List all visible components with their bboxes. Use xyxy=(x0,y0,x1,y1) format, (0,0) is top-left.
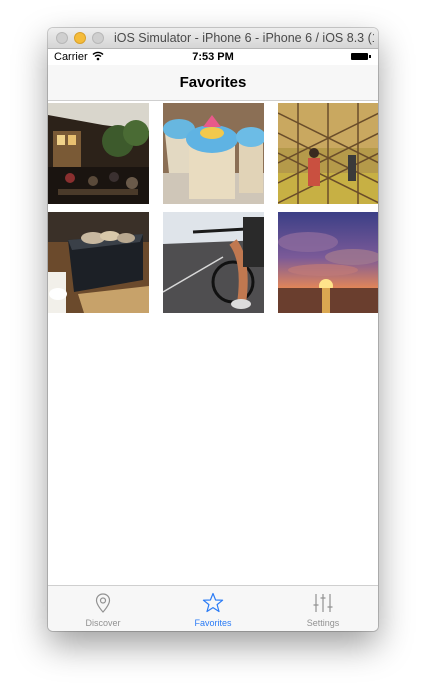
tab-discover-label: Discover xyxy=(85,618,121,628)
window-titlebar: iOS Simulator - iPhone 6 - iPhone 6 / iO… xyxy=(48,28,378,49)
battery-icon xyxy=(351,53,371,60)
sliders-icon xyxy=(313,594,333,612)
photo-night-cafe[interactable] xyxy=(48,103,149,204)
close-window-button[interactable] xyxy=(56,32,68,44)
minimize-window-button[interactable] xyxy=(74,32,86,44)
tab-settings[interactable]: Settings xyxy=(268,586,378,631)
tab-favorites-label: Favorites xyxy=(194,618,232,628)
simulator-window: iOS Simulator - iPhone 6 - iPhone 6 / iO… xyxy=(48,28,378,631)
navigation-bar: Favorites xyxy=(48,65,378,101)
tab-favorites[interactable]: Favorites xyxy=(158,586,268,631)
page-title: Favorites xyxy=(179,74,247,91)
tab-bar: Discover Favorites Settings xyxy=(48,585,378,631)
photo-grill[interactable] xyxy=(48,212,149,313)
star-icon xyxy=(202,592,224,613)
status-time: 7:53 PM xyxy=(192,51,234,63)
tab-settings-label: Settings xyxy=(306,618,340,628)
map-pin-icon xyxy=(95,593,111,613)
window-title: iOS Simulator - iPhone 6 - iPhone 6 / iO… xyxy=(114,31,374,45)
photo-volleyball-net[interactable] xyxy=(278,103,378,204)
photo-cupcakes[interactable] xyxy=(163,103,264,204)
photo-bike-ride[interactable] xyxy=(163,212,264,313)
status-bar: Carrier 7:53 PM xyxy=(48,49,378,65)
tab-discover[interactable]: Discover xyxy=(48,586,158,631)
photo-sunset[interactable] xyxy=(278,212,378,313)
zoom-window-button[interactable] xyxy=(92,32,104,44)
